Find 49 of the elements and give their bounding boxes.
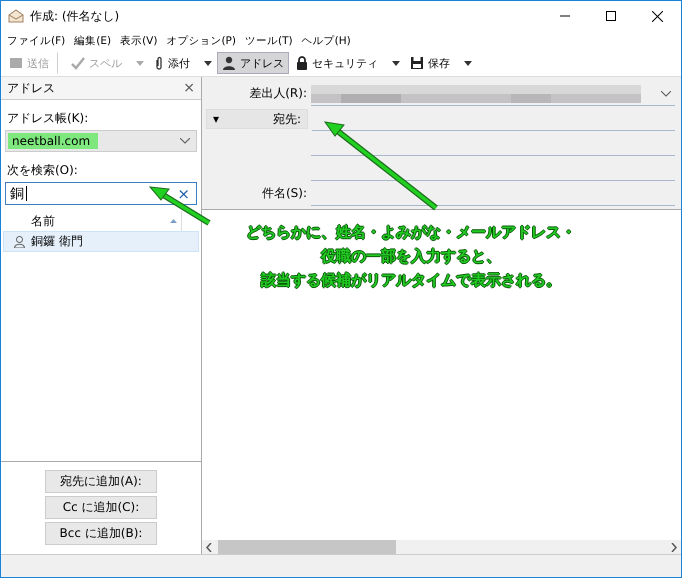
menu-item[interactable]: 表示(V) [120,34,158,48]
dropdown-arrow-icon [136,60,144,66]
lock-icon [296,56,308,70]
dropdown-arrow-icon [392,60,400,66]
dropdown-arrow-icon [464,60,472,66]
annotation-text: どちらかに、姓名・よみがな・メールアドレス・ [246,222,576,243]
field-label: 件名(S): [260,185,307,202]
message-body[interactable] [202,210,681,540]
menu-item[interactable]: ツール(T) [244,34,293,48]
paperclip-icon [154,56,164,70]
chevron-down-icon [180,138,190,144]
scroll-right-icon[interactable] [671,542,677,552]
pane-title: アドレス [7,80,55,96]
field-label: 差出人(R): [248,85,307,102]
address-book-dropdown[interactable]: neetball.com [5,130,197,152]
close-icon[interactable]: × [183,80,195,96]
toolbar-button[interactable]: アドレス [217,52,289,74]
chevron-down-icon[interactable] [661,91,671,97]
close-icon[interactable] [652,10,663,22]
menu-item[interactable]: 編集(E) [74,34,112,48]
person-icon [222,56,236,70]
add-button[interactable]: Bcc に追加(B): [45,522,157,544]
menu-item[interactable]: ヘルプ(H) [302,34,351,48]
toolbar-button[interactable]: 保存 [405,52,475,74]
field-label: 次を検索(O): [7,162,79,179]
dropdown-arrow-icon [204,60,212,66]
menu-item[interactable]: ファイル(F) [7,34,66,48]
menu-item[interactable]: オプション(P) [166,34,236,48]
toolbar-button[interactable]: 添付 [149,52,215,74]
field-label: アドレス帳(K): [7,110,90,127]
annotation-arrow [148,186,211,226]
envelope-icon [8,9,24,23]
search-field[interactable]: 銅 × [5,182,197,205]
annotation-text: 該当する候補がリアルタイムで表示される。 [261,270,561,291]
person-icon [14,236,25,248]
add-button[interactable]: 宛先に追加(A): [45,470,157,492]
scroll-left-icon[interactable] [206,542,212,552]
add-button[interactable]: Cc に追加(C): [45,496,157,518]
dropdown-value: neetball.com [8,133,98,149]
toolbar-button[interactable]: セキュリティ [291,52,403,74]
sort-arrow-icon [170,219,177,223]
annotation-text: 役職の一部を入力すると、 [321,246,501,267]
recipient-type-button[interactable]: ▾ 宛先: [206,109,308,129]
checkmark-icon [71,56,85,70]
contact-row[interactable]: 銅鑼 衛門 [3,231,199,252]
clear-icon[interactable]: × [177,184,190,202]
maximize-icon[interactable] [606,11,616,21]
window-title: 作成: (件名なし) [30,8,120,24]
sender-field[interactable] [311,83,675,106]
